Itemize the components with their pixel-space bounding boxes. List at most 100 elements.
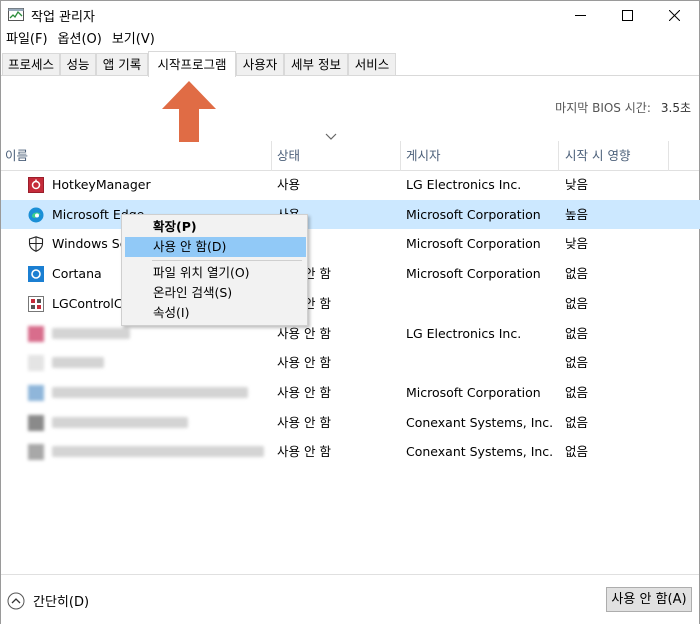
table-row[interactable]: Cortana 사용 안 함 Microsoft Corporation 없음: [1, 259, 700, 289]
row-impact: 없음: [565, 295, 589, 311]
table-row[interactable]: 사용 안 함 없음: [1, 348, 700, 378]
disable-button[interactable]: 사용 안 함(A): [606, 587, 692, 612]
table-row[interactable]: LGControlCe 사용 안 함 없음: [1, 289, 700, 319]
row-impact: 없음: [565, 444, 589, 460]
menu-file[interactable]: 파일(F): [1, 29, 53, 51]
task-manager-window: 작업 관리자 파일(F) 옵션(O) 보기(V) 프로세스 성능 앱 기록 시작…: [0, 0, 700, 624]
col-impact[interactable]: 시작 시 영향: [561, 141, 630, 171]
blurred-name: [52, 386, 248, 398]
row-impact: 없음: [565, 325, 589, 341]
title-bar: 작업 관리자: [1, 1, 699, 29]
table-row[interactable]: 사용 안 함 Microsoft Corporation 없음: [1, 378, 700, 408]
row-impact: 없음: [565, 355, 589, 371]
row-status: 사용 안 함: [277, 444, 331, 460]
row-status: 사용 안 함: [277, 355, 331, 371]
footer: 간단히(D) 사용 안 함(A): [1, 574, 699, 624]
table-row[interactable]: Microsoft Edge 사용 Microsoft Corporation …: [1, 199, 700, 230]
table-row[interactable]: HotkeyManager 사용 LG Electronics Inc. 낮음: [1, 170, 700, 200]
window-title: 작업 관리자: [31, 10, 95, 25]
row-publisher: Microsoft Corporation: [406, 236, 541, 252]
row-status: 사용: [277, 177, 301, 192]
row-impact: 없음: [565, 384, 589, 400]
chevron-up-circle-icon: [7, 592, 25, 609]
tab-services[interactable]: 서비스: [348, 53, 396, 75]
fewer-details-toggle[interactable]: 간단히(D): [7, 591, 89, 610]
row-publisher: LG Electronics Inc.: [406, 325, 522, 341]
blurred-name: [52, 446, 264, 458]
bios-value: 3.5초: [660, 101, 691, 115]
menu-item-open-file-location[interactable]: 파일 위치 열기(O): [125, 263, 306, 283]
row-impact: 없음: [565, 414, 589, 430]
row-publisher: Conexant Systems, Inc.: [406, 444, 554, 460]
edge-icon: [28, 207, 44, 223]
row-publisher: Microsoft Corporation: [406, 266, 541, 282]
row-status: 사용 안 함: [277, 384, 331, 400]
menu-separator: [152, 260, 302, 261]
table-row[interactable]: 사용 안 함 Conexant Systems, Inc. 없음: [1, 437, 700, 467]
table-row[interactable]: 사용 안 함 LG Electronics Inc. 없음: [1, 319, 700, 349]
bios-time: 마지막 BIOS 시간: 3.5초: [555, 99, 691, 116]
col-publisher[interactable]: 게시자: [402, 141, 441, 171]
row-name: HotkeyManager: [52, 177, 151, 192]
row-publisher: LG Electronics Inc.: [406, 177, 522, 192]
arrow-annotation-icon: [162, 81, 216, 142]
tab-performance[interactable]: 성능: [60, 53, 96, 75]
cortana-icon: [28, 266, 44, 283]
lgcontrol-icon: [28, 295, 44, 312]
context-menu: 확장(P) 사용 안 함(D) 파일 위치 열기(O) 온라인 검색(S) 속성…: [121, 214, 308, 326]
row-impact: 없음: [565, 266, 589, 282]
menu-item-search-online[interactable]: 온라인 검색(S): [125, 283, 306, 303]
row-status: 사용 안 함: [277, 414, 331, 430]
maximize-button[interactable]: [604, 1, 650, 29]
blurred-icon: [28, 325, 44, 342]
row-impact: 낮음: [565, 177, 589, 192]
hotkey-icon: [28, 177, 44, 193]
blurred-name: [52, 357, 104, 369]
col-divider[interactable]: [400, 141, 401, 171]
tab-startup[interactable]: 시작프로그램: [148, 51, 236, 77]
blurred-name: [52, 416, 188, 428]
row-impact: 낮음: [565, 236, 589, 252]
menu-view[interactable]: 보기(V): [107, 29, 160, 51]
tab-users[interactable]: 사용자: [236, 53, 284, 75]
menu-item-disable[interactable]: 사용 안 함(D): [125, 237, 306, 257]
row-name: LGControlCe: [52, 295, 131, 311]
tab-bar: 프로세스 성능 앱 기록 시작프로그램 사용자 세부 정보 서비스: [1, 51, 699, 77]
blurred-icon: [28, 355, 44, 372]
row-name: Cortana: [52, 266, 102, 282]
col-divider[interactable]: [558, 141, 559, 171]
blurred-icon: [28, 444, 44, 461]
fewer-details-label: 간단히(D): [33, 595, 90, 610]
blurred-icon: [28, 414, 44, 431]
row-publisher: Conexant Systems, Inc.: [406, 414, 554, 430]
row-publisher: Microsoft Corporation: [406, 384, 541, 400]
column-header: 이름 상태 게시자 시작 시 영향: [1, 141, 699, 171]
bios-label: 마지막 BIOS 시간:: [555, 101, 651, 115]
maximize-icon: [621, 9, 633, 21]
col-divider[interactable]: [271, 141, 272, 171]
table-row[interactable]: Windows Se Microsoft Corporation 낮음: [1, 229, 700, 259]
close-icon: [668, 9, 680, 21]
menu-item-expand[interactable]: 확장(P): [125, 217, 306, 237]
blurred-icon: [28, 384, 44, 401]
menu-item-properties[interactable]: 속성(I): [125, 303, 306, 323]
col-name[interactable]: 이름: [1, 141, 28, 171]
chevron-down-icon: [325, 133, 337, 140]
blurred-name: [52, 327, 130, 339]
col-divider[interactable]: [668, 141, 669, 171]
row-publisher: Microsoft Corporation: [406, 206, 541, 222]
menu-bar: 파일(F) 옵션(O) 보기(V): [1, 29, 160, 51]
shield-icon: [28, 236, 44, 253]
tab-app-history[interactable]: 앱 기록: [96, 53, 148, 75]
minimize-button[interactable]: [557, 1, 603, 29]
menu-options[interactable]: 옵션(O): [53, 29, 107, 51]
tab-processes[interactable]: 프로세스: [2, 53, 60, 75]
close-button[interactable]: [651, 1, 697, 29]
col-status[interactable]: 상태: [273, 141, 300, 171]
minimize-icon: [574, 14, 586, 16]
table-row[interactable]: 사용 안 함 Conexant Systems, Inc. 없음: [1, 408, 700, 438]
row-impact: 높음: [565, 206, 589, 222]
tab-details[interactable]: 세부 정보: [284, 53, 348, 75]
row-name: Windows Se: [52, 236, 128, 252]
task-manager-icon: [8, 8, 24, 21]
